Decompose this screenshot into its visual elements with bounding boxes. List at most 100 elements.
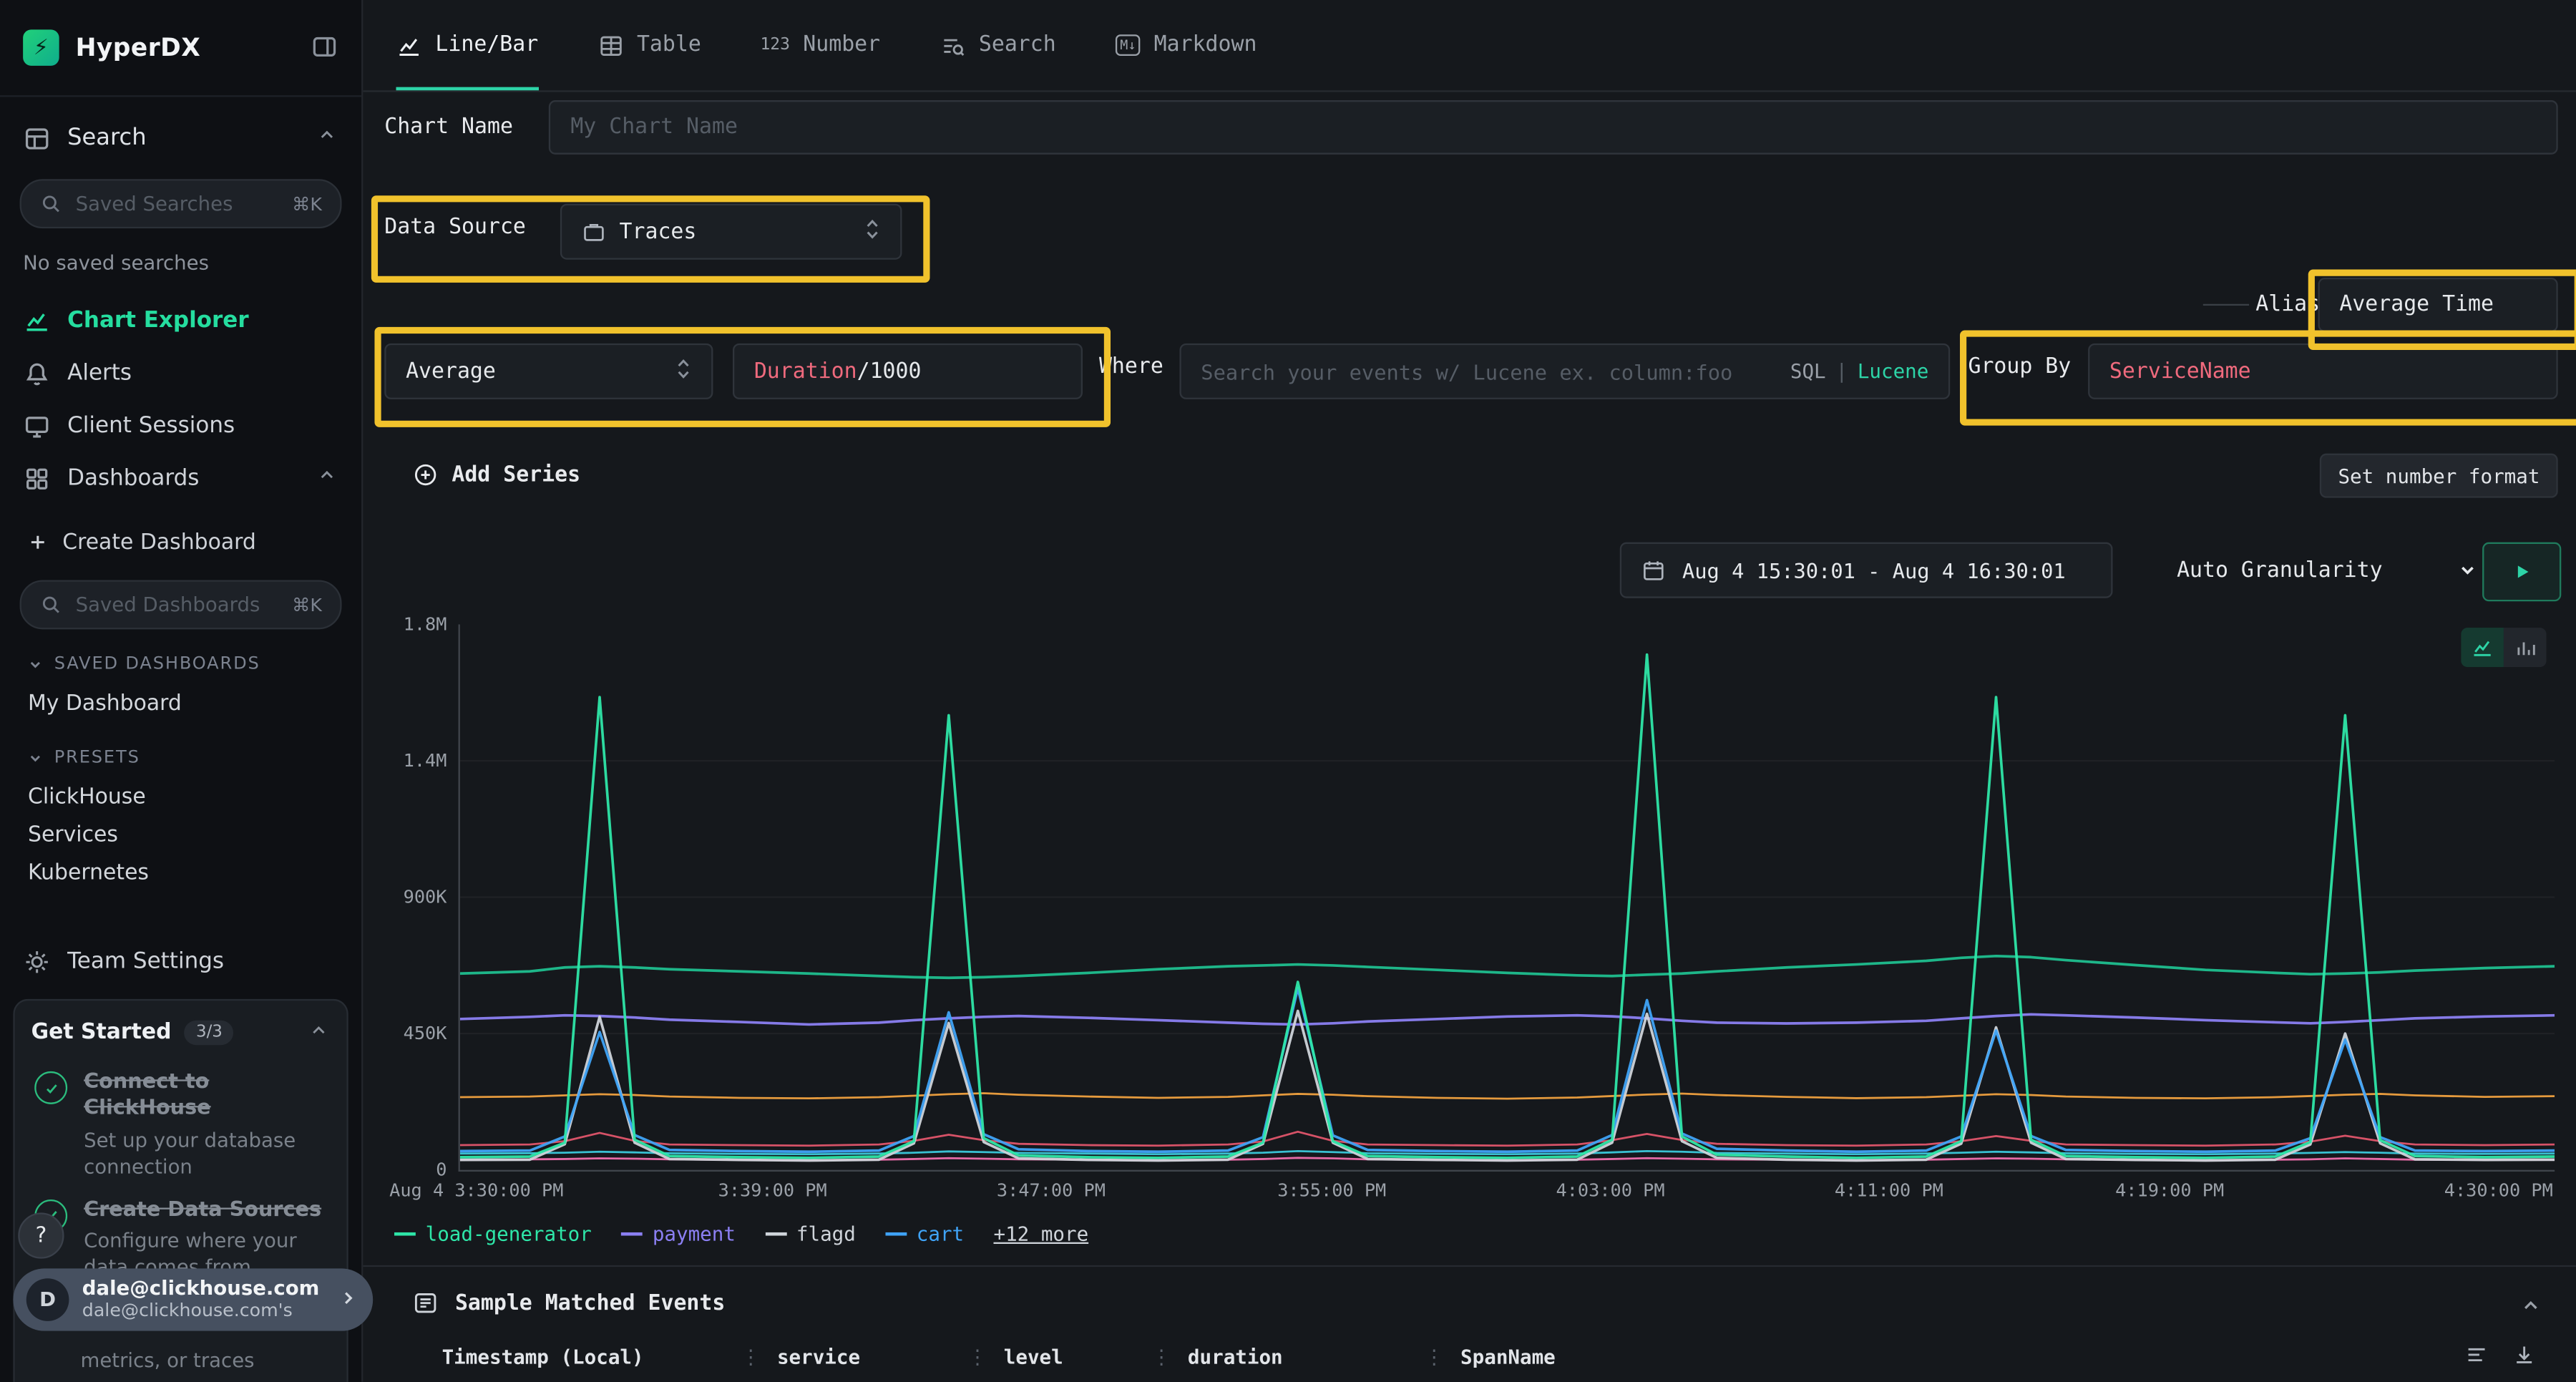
y-axis-labels: 1.8M1.4M900K450K0 (384, 624, 457, 1169)
user-menu[interactable]: D dale@clickhouse.com dale@clickhouse.co… (13, 1268, 373, 1330)
x-tick-label: 4:11:00 PM (1835, 1179, 1943, 1201)
legend-item[interactable]: payment (621, 1222, 736, 1245)
y-tick-label: 1.4M (404, 750, 447, 772)
get-started-item[interactable]: Connect to ClickHouse Set up your databa… (15, 1055, 347, 1183)
sidebar-item-dashboards[interactable]: Dashboards (0, 452, 361, 504)
add-series-button[interactable]: Add Series (402, 454, 590, 497)
data-source-label: Data Source (384, 215, 526, 240)
chart-line-icon (23, 306, 51, 334)
sidebar-item-preset-services[interactable]: Services (0, 817, 361, 855)
collapse-panel-chevron-icon[interactable] (2519, 1293, 2543, 1325)
column-divider: ⋮ (967, 1345, 987, 1368)
hyperdx-logo-icon: ⚡ (23, 29, 59, 66)
help-button[interactable]: ? (18, 1212, 64, 1258)
create-dashboard-button[interactable]: Create Dashboard (0, 517, 361, 567)
user-subtext: dale@clickhouse.com's (82, 1300, 320, 1321)
column-header-service[interactable]: ⋮service (741, 1345, 967, 1368)
legend-swatch (394, 1232, 416, 1236)
sidebar-section-search[interactable]: Search (0, 110, 361, 166)
tab-search[interactable]: Search (940, 0, 1056, 90)
sidebar-item-preset-clickhouse[interactable]: ClickHouse (0, 779, 361, 817)
bar-view-toggle[interactable] (2504, 628, 2547, 667)
legend-item[interactable]: load-generator (394, 1222, 592, 1245)
x-tick-label: 4:19:00 PM (2115, 1179, 2224, 1201)
legend-item[interactable]: flagd (765, 1222, 856, 1245)
data-source-select[interactable]: Traces (560, 204, 902, 260)
avatar: D (26, 1278, 69, 1321)
y-tick-label: 0 (436, 1159, 447, 1181)
table-icon (597, 32, 624, 59)
alias-input[interactable]: Average Time (2318, 278, 2558, 332)
field-expression-input[interactable]: Duration/1000 (733, 344, 1083, 399)
team-settings-label: Team Settings (67, 948, 224, 975)
lucene-toggle[interactable]: Lucene (1858, 360, 1929, 383)
tab-line-bar[interactable]: Line/Bar (396, 0, 538, 90)
markdown-icon: M↓ (1115, 34, 1141, 56)
line-chart-icon (396, 32, 422, 59)
field-expression-secondary: /1000 (857, 359, 922, 384)
list-search-icon (940, 32, 966, 59)
get-started-item-title: Create Data Sources (84, 1196, 327, 1222)
group-by-input[interactable]: ServiceName (2088, 344, 2558, 399)
aggregation-select[interactable]: Average (384, 344, 713, 399)
tab-label: Number (803, 33, 880, 57)
query-language-toggle: SQL | Lucene (1790, 360, 1929, 383)
column-header-spanname[interactable]: ⋮SpanName (1425, 1345, 1556, 1368)
chevron-up-icon[interactable] (307, 1017, 330, 1048)
legend-item[interactable]: cart (885, 1222, 964, 1245)
sql-toggle[interactable]: SQL (1790, 360, 1826, 383)
date-range-picker[interactable]: Aug 4 15:30:01 - Aug 4 16:30:01 (1620, 542, 2113, 598)
sidebar-item-alerts[interactable]: Alerts (0, 346, 361, 399)
legend-more-link[interactable]: +12 more (993, 1222, 1088, 1245)
saved-searches-input[interactable]: Saved Searches ⌘K (20, 179, 342, 228)
granularity-value: Auto Granularity (2177, 558, 2383, 582)
series-payment (460, 1014, 2555, 1024)
column-header-level[interactable]: ⋮level (967, 1345, 1151, 1368)
where-search-input[interactable]: Search your events w/ Lucene ex. column:… (1179, 344, 1950, 399)
line-view-toggle[interactable] (2461, 628, 2504, 667)
presets-section-label: PRESETS (54, 748, 140, 768)
sidebar-item-client-sessions[interactable]: Client Sessions (0, 399, 361, 452)
chevron-up-icon[interactable] (316, 463, 338, 492)
data-source-value: Traces (620, 220, 697, 244)
sidebar-item-team-settings[interactable]: Team Settings (0, 935, 361, 987)
column-label: SpanName (1460, 1345, 1556, 1368)
field-expression-primary: Duration (754, 359, 857, 384)
saved-dashboards-input[interactable]: Saved Dashboards ⌘K (20, 580, 342, 629)
sample-events-title: Sample Matched Events (455, 1290, 725, 1315)
sidebar-item-preset-kubernetes[interactable]: Kubernetes (0, 855, 361, 892)
column-header-timestamp[interactable]: Timestamp (Local) (442, 1345, 741, 1368)
legend-swatch (885, 1232, 907, 1236)
date-range-value: Aug 4 15:30:01 - Aug 4 16:30:01 (1682, 558, 2066, 582)
sample-events-header[interactable]: Sample Matched Events (412, 1290, 725, 1316)
set-number-format-button[interactable]: Set number format (2320, 454, 2558, 498)
collapse-sidebar-icon[interactable] (311, 33, 338, 67)
play-icon (2510, 560, 2533, 583)
tab-number[interactable]: 123 Number (760, 0, 880, 90)
create-dashboard-label: Create Dashboard (62, 530, 256, 554)
chart-plot[interactable] (459, 624, 2555, 1172)
tab-markdown[interactable]: M↓ Markdown (1115, 0, 1257, 90)
presets-section-header[interactable]: PRESETS (0, 736, 361, 779)
chevron-down-icon (26, 655, 44, 673)
column-divider: ⋮ (741, 1345, 761, 1368)
sidebar-item-my-dashboard[interactable]: My Dashboard (0, 685, 361, 723)
plus-icon (26, 531, 49, 554)
x-tick-label: 3:47:00 PM (997, 1179, 1106, 1201)
run-query-button[interactable] (2482, 542, 2561, 602)
alias-label: Alias (2255, 293, 2320, 317)
chevron-up-icon[interactable] (316, 123, 338, 152)
dashboards-grid-icon (23, 464, 51, 492)
column-header-duration[interactable]: ⋮duration (1151, 1345, 1424, 1368)
column-options-icon[interactable] (2464, 1343, 2489, 1374)
sidebar-item-chart-explorer[interactable]: Chart Explorer (0, 294, 361, 346)
tab-table[interactable]: Table (597, 0, 701, 90)
saved-dashboards-section-header[interactable]: SAVED DASHBOARDS (0, 643, 361, 686)
magnifier-icon (39, 193, 62, 215)
chart-name-input[interactable]: My Chart Name (549, 100, 2557, 155)
group-by-value: ServiceName (2109, 359, 2251, 384)
download-icon[interactable] (2512, 1343, 2536, 1374)
x-tick-label: 3:39:00 PM (718, 1179, 827, 1201)
saved-dashboards-placeholder: Saved Dashboards (76, 593, 260, 616)
granularity-select[interactable]: Auto Granularity (2164, 542, 2492, 598)
